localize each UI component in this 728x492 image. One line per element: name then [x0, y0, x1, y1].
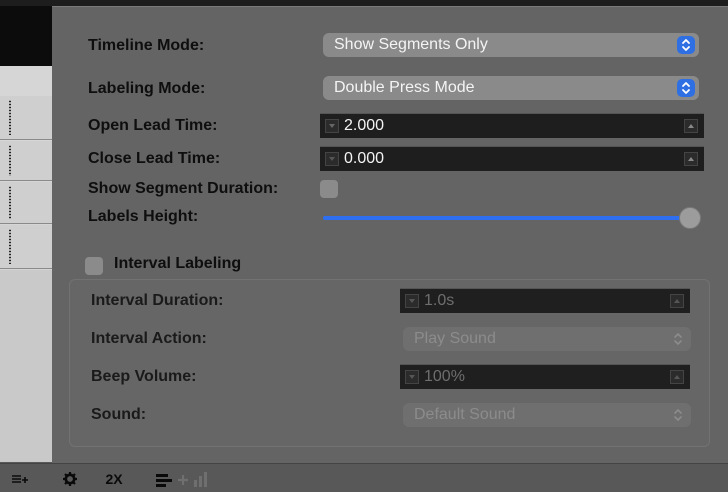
labeling-mode-label: Labeling Mode: [88, 80, 206, 97]
decrement-button[interactable] [325, 119, 339, 133]
sound-select[interactable]: Default Sound [403, 403, 691, 427]
increment-button[interactable] [684, 152, 698, 166]
interval-duration-label: Interval Duration: [91, 292, 224, 309]
track-row[interactable] [0, 182, 52, 224]
drag-handle-icon[interactable] [8, 145, 13, 176]
labels-height-slider-track[interactable] [323, 216, 689, 220]
drag-handle-icon[interactable] [8, 229, 13, 264]
interval-duration-value[interactable]: 1.0s [424, 289, 454, 313]
close-lead-time-label: Close Lead Time: [88, 150, 221, 167]
increment-button[interactable] [670, 294, 684, 308]
interval-action-select[interactable]: Play Sound [403, 327, 691, 351]
add-track-icon[interactable] [152, 468, 222, 490]
open-lead-time-stepper[interactable]: 2.000 [320, 113, 704, 138]
track-list-empty [0, 270, 52, 462]
timeline-mode-value: Show Segments Only [334, 36, 488, 53]
speed-label: 2X [105, 471, 123, 487]
decrement-button[interactable] [325, 152, 339, 166]
chevron-updown-icon [677, 36, 695, 54]
beep-volume-label: Beep Volume: [91, 368, 197, 385]
sound-label: Sound: [91, 406, 147, 423]
track-row[interactable] [0, 225, 52, 269]
close-lead-time-value[interactable]: 0.000 [344, 147, 384, 171]
add-list-icon[interactable] [8, 468, 34, 490]
show-segment-duration-checkbox[interactable] [320, 180, 338, 198]
chevron-updown-icon [669, 406, 687, 424]
settings-panel: Timeline Mode: Show Segments Only Labeli… [52, 6, 728, 463]
bottom-toolbar: 2X [0, 463, 728, 492]
decrement-button[interactable] [405, 370, 419, 384]
labeling-mode-select[interactable]: Double Press Mode [323, 76, 699, 100]
sound-value: Default Sound [414, 406, 516, 423]
labels-height-label: Labels Height: [88, 208, 199, 225]
beep-volume-value[interactable]: 100% [424, 365, 465, 389]
increment-button[interactable] [684, 119, 698, 133]
track-header [0, 0, 52, 66]
interval-labeling-checkbox[interactable] [85, 257, 103, 275]
chevron-updown-icon [669, 330, 687, 348]
chevron-updown-icon [677, 79, 695, 97]
open-lead-time-label: Open Lead Time: [88, 117, 218, 134]
interval-action-label: Interval Action: [91, 330, 207, 347]
interval-duration-stepper[interactable]: 1.0s [400, 288, 690, 313]
drag-handle-icon[interactable] [8, 100, 13, 135]
track-row[interactable] [0, 96, 52, 140]
drag-handle-icon[interactable] [8, 186, 13, 219]
track-row[interactable] [0, 141, 52, 181]
open-lead-time-value[interactable]: 2.000 [344, 114, 384, 138]
labels-height-slider-knob[interactable] [679, 207, 701, 229]
speed-button[interactable]: 2X [100, 468, 128, 490]
close-lead-time-stepper[interactable]: 0.000 [320, 146, 704, 171]
labeling-mode-value: Double Press Mode [334, 79, 475, 96]
timeline-mode-select[interactable]: Show Segments Only [323, 33, 699, 57]
interval-action-value: Play Sound [414, 330, 496, 347]
beep-volume-stepper[interactable]: 100% [400, 364, 690, 389]
interval-settings-group: Interval Duration: 1.0s Interval Action:… [69, 279, 710, 447]
decrement-button[interactable] [405, 294, 419, 308]
interval-labeling-label[interactable]: Interval Labeling [114, 255, 241, 273]
gear-icon[interactable] [58, 468, 82, 490]
show-segment-duration-label: Show Segment Duration: [88, 180, 279, 197]
track-list-strip [0, 0, 52, 462]
increment-button[interactable] [670, 370, 684, 384]
timeline-mode-label: Timeline Mode: [88, 37, 205, 54]
